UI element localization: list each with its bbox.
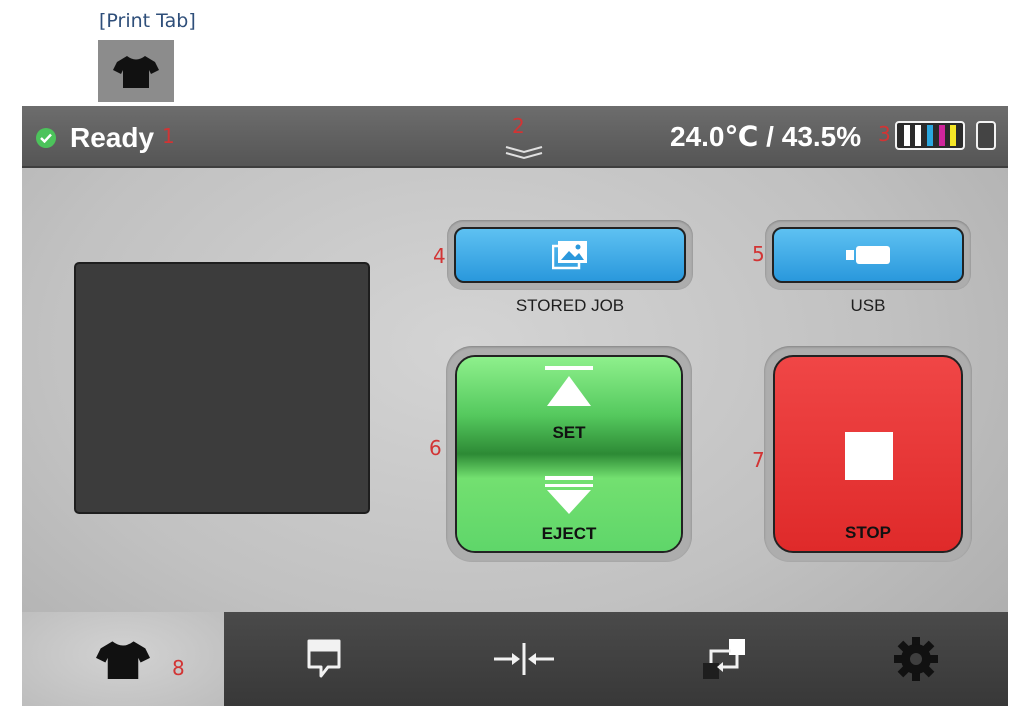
stop-square-icon: [845, 432, 893, 480]
pulldown-handle[interactable]: [504, 144, 544, 162]
print-tab-thumbnail: [98, 40, 174, 102]
callout-1: 1: [162, 124, 175, 148]
stored-job-button[interactable]: [454, 227, 686, 283]
callout-5: 5: [752, 242, 765, 266]
bottom-nav: 8: [22, 612, 1008, 706]
tab-message[interactable]: [224, 612, 424, 706]
ink-bar-2: [915, 125, 922, 146]
print-tab-caption: [Print Tab]: [99, 10, 196, 32]
tab-settings[interactable]: [824, 612, 1008, 706]
usb-button[interactable]: [772, 227, 964, 283]
triangle-down-icon: [545, 476, 593, 514]
align-arrows-icon: [494, 643, 554, 675]
eject-button[interactable]: EJECT: [457, 454, 681, 551]
maintenance-cartridge-icon[interactable]: [976, 121, 996, 150]
tab-transfer[interactable]: [624, 612, 824, 706]
check-circle-icon: [36, 128, 56, 148]
set-label: SET: [552, 423, 586, 442]
status-bar: Ready 1 2 24.0℃ / 43.5% 3: [22, 106, 1008, 168]
stop-frame: STOP: [764, 346, 972, 562]
set-button[interactable]: SET: [457, 357, 681, 456]
usb-frame: [765, 220, 971, 290]
stop-button[interactable]: STOP: [773, 355, 963, 553]
tab-alignment[interactable]: [424, 612, 624, 706]
print-preview: [74, 262, 370, 514]
set-eject-group: SET EJECT: [455, 355, 683, 553]
tshirt-icon: [113, 56, 159, 88]
tab-print[interactable]: 8: [22, 612, 224, 706]
stored-job-label: STORED JOB: [515, 296, 625, 315]
status-text: Ready: [70, 122, 155, 153]
ink-bar-3: [926, 125, 933, 146]
speech-bubble-icon: [307, 639, 341, 678]
ink-bar-1: [903, 125, 910, 146]
ink-level-icon[interactable]: [895, 121, 965, 150]
set-eject-frame: SET EJECT: [446, 346, 692, 562]
eject-label: EJECT: [541, 524, 597, 543]
triangle-up-icon: [545, 366, 593, 406]
double-chevron-down-icon: [505, 146, 543, 160]
status-indicator: Ready: [36, 122, 154, 154]
callout-8: 8: [172, 656, 185, 680]
transfer-arrows-icon: [703, 639, 745, 679]
temperature-humidity: 24.0℃ / 43.5%: [670, 121, 862, 152]
ink-bar-4: [938, 125, 945, 146]
stored-job-frame: [447, 220, 693, 290]
printer-screen: Ready 1 2 24.0℃ / 43.5% 3 4 STORED JOB 5…: [22, 106, 1008, 706]
usb-label: USB: [850, 296, 886, 315]
stop-label: STOP: [845, 523, 891, 542]
tshirt-icon: [96, 641, 150, 679]
callout-2: 2: [512, 114, 525, 138]
callout-3: 3: [878, 122, 891, 146]
ink-bar-5: [950, 125, 957, 146]
callout-4: 4: [433, 244, 446, 268]
callout-6: 6: [429, 436, 442, 460]
callout-7: 7: [752, 448, 765, 472]
gear-icon: [894, 637, 938, 681]
usb-drive-icon: [846, 246, 890, 264]
image-gallery-icon: [552, 241, 587, 270]
